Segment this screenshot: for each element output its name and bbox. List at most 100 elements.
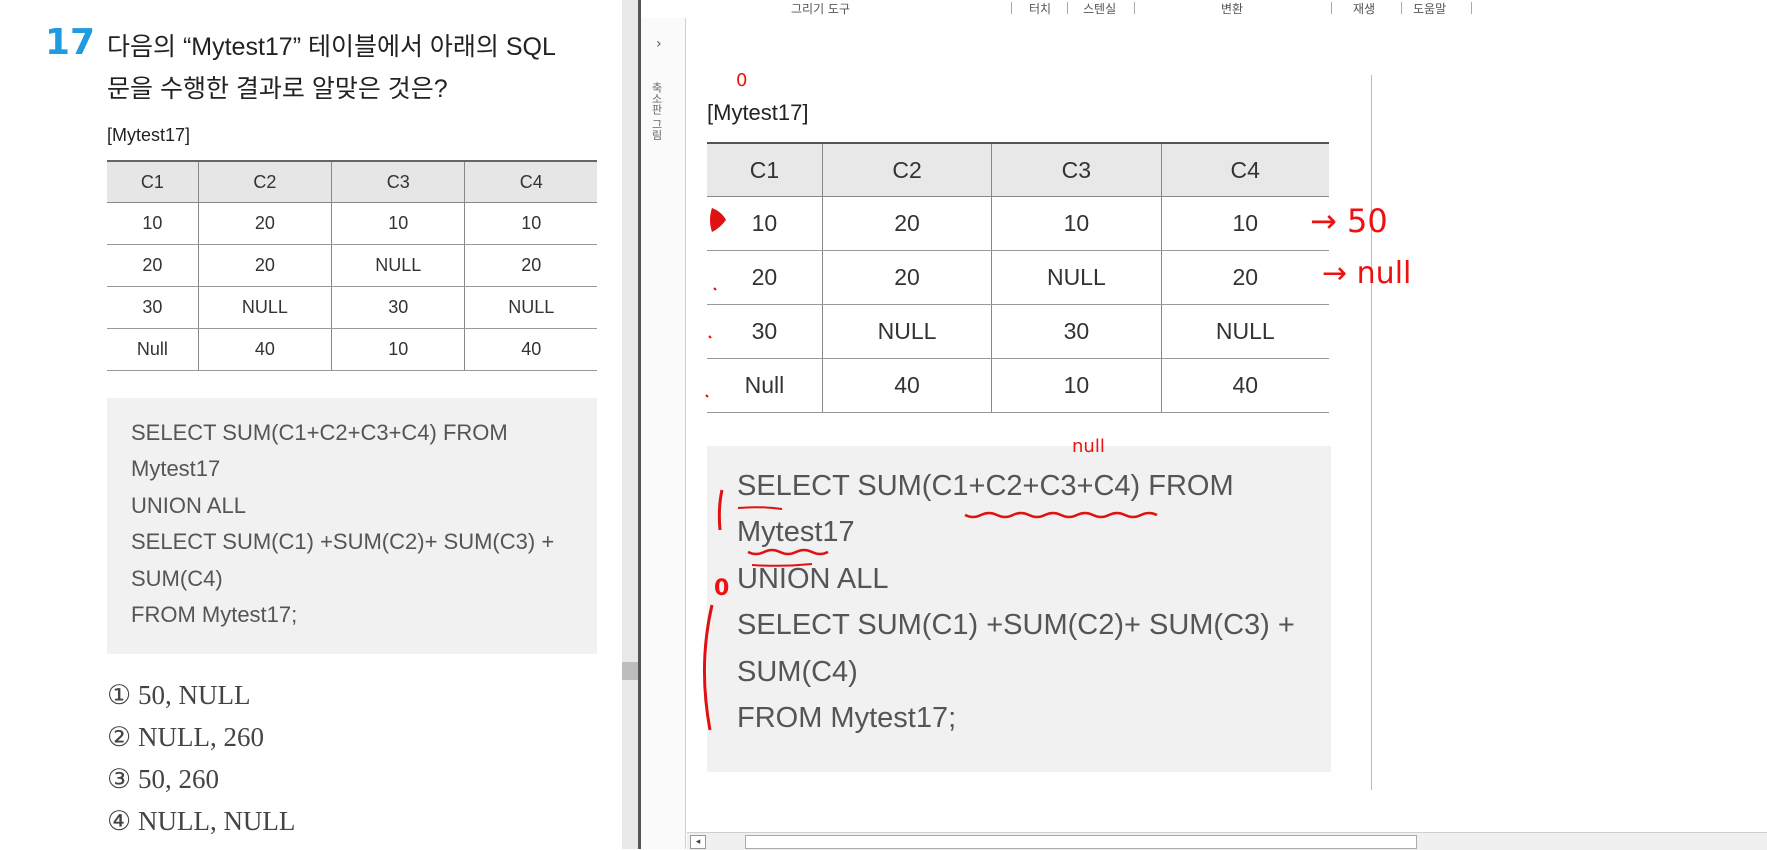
answer-option-4: ④ NULL, NULL <box>107 806 296 836</box>
sql-line: SELECT SUM(C1+C2+C3+C4) FROM <box>737 470 1234 502</box>
table-row: 30 NULL 30 NULL <box>107 286 597 329</box>
table-cell: 20 <box>198 244 333 287</box>
table-row: Null 40 10 40 <box>107 328 597 371</box>
table-header-row: C1 C2 C3 C4 <box>107 160 597 203</box>
ink-null-note: null <box>1072 436 1105 457</box>
question-pane: 17 다음의 “Mytest17” 테이블에서 아래의 SQL 문을 수행한 결… <box>0 0 622 849</box>
question-text-line1: 다음의 “Mytest17” 테이블에서 아래의 SQL <box>107 33 556 61</box>
table-cell: NULL <box>822 304 993 359</box>
sql-line: SELECT SUM(C1) +SUM(C2)+ SUM(C3) + <box>737 609 1295 641</box>
horizontal-scrollbar-thumb[interactable] <box>745 835 1417 849</box>
table-header-cell: C4 <box>464 160 597 203</box>
table-cell: 10 <box>991 196 1162 251</box>
table-cell: Null <box>707 358 823 413</box>
ink-union-mark: 0 <box>714 576 730 601</box>
table-cell: 30 <box>107 286 199 329</box>
ribbon-group-drawing-tools[interactable]: 그리기 도구 <box>791 0 850 17</box>
scroll-left-arrow-icon[interactable]: ◂ <box>690 835 706 849</box>
sql-line: SUM(C4) <box>131 566 223 591</box>
table-cell: 20 <box>107 244 199 287</box>
sql-line: Mytest17 <box>131 456 221 481</box>
slide-sql-code-box: SELECT SUM(C1+C2+C3+C4) FROM Mytest17 UN… <box>707 446 1331 772</box>
table-cell: 10 <box>107 202 199 245</box>
sql-line: SUM(C4) <box>737 656 858 688</box>
table-header-cell: C2 <box>822 142 993 197</box>
table-cell: 20 <box>1161 250 1329 305</box>
ribbon-separator <box>1331 2 1332 14</box>
table-cell: 20 <box>198 202 333 245</box>
table-cell: 30 <box>991 304 1162 359</box>
table-header-cell: C1 <box>107 160 199 203</box>
table-cell: NULL <box>991 250 1162 305</box>
answer-option-1: ① 50, NULL <box>107 680 251 710</box>
ribbon-group-touch[interactable]: 터치 <box>1029 0 1051 17</box>
table-cell: 20 <box>464 244 597 287</box>
table-row: 10 20 10 10 <box>707 196 1329 251</box>
table-cell: 10 <box>991 358 1162 413</box>
table-row: 20 20 NULL 20 <box>707 250 1329 305</box>
question-text: 다음의 “Mytest17” 테이블에서 아래의 SQL 문을 수행한 결과로 … <box>107 26 607 110</box>
sql-line: Mytest17 <box>737 516 855 548</box>
table-header-cell: C3 <box>991 142 1162 197</box>
table-row: 20 20 NULL 20 <box>107 244 597 287</box>
table-header-cell: C3 <box>331 160 466 203</box>
pane-scrollbar-thumb[interactable] <box>622 662 638 680</box>
ribbon-group-replay[interactable]: 재생 <box>1353 0 1375 17</box>
slide-table-caption: [Mytest17] <box>707 100 809 125</box>
table-cell: 20 <box>822 250 993 305</box>
table-cell: 20 <box>707 250 823 305</box>
sql-code-box: SELECT SUM(C1+C2+C3+C4) FROM Mytest17 UN… <box>107 398 597 654</box>
table-cell: Null <box>107 328 199 371</box>
ink-row2-result: → null <box>1322 256 1412 291</box>
ribbon-separator <box>1067 2 1068 14</box>
thumbnail-panel-label[interactable]: 축소판 그림 <box>648 82 664 141</box>
table-cell: 10 <box>707 196 823 251</box>
ribbon-group-labels: 그리기 도구 터치 스텐실 변환 재생 도움말 <box>641 0 1767 19</box>
horizontal-scrollbar[interactable]: ◂ <box>687 832 1767 850</box>
table-header-cell: C2 <box>198 160 333 203</box>
table-cell: 40 <box>198 328 333 371</box>
sql-line: UNION ALL <box>131 493 246 518</box>
sql-line: FROM Mytest17; <box>131 602 298 627</box>
ribbon-separator <box>1134 2 1135 14</box>
table-cell: 30 <box>331 286 466 329</box>
table-cell: 40 <box>822 358 993 413</box>
table-header-cell: C4 <box>1161 142 1329 197</box>
question-number: 17 <box>45 22 96 63</box>
table-cell: 30 <box>707 304 823 359</box>
table-cell: 40 <box>464 328 597 371</box>
thumbnail-panel: › 축소판 그림 <box>641 18 686 849</box>
table-cell: NULL <box>198 286 333 329</box>
pane-scrollbar[interactable] <box>622 0 638 849</box>
page-boundary-line <box>1371 75 1372 790</box>
ribbon-group-stencil[interactable]: 스텐실 <box>1083 0 1116 17</box>
ribbon-group-convert[interactable]: 변환 <box>1221 0 1243 17</box>
table-cell: 10 <box>1161 196 1329 251</box>
sql-line: FROM Mytest17; <box>737 702 957 734</box>
table-caption: [Mytest17] <box>107 125 191 145</box>
ribbon-separator <box>1471 2 1472 14</box>
ribbon-separator <box>1401 2 1402 14</box>
question-text-line2: 문을 수행한 결과로 알맞은 것은? <box>107 75 448 103</box>
question-table: C1 C2 C3 C4 10 20 10 10 20 20 NULL 20 30… <box>107 160 597 371</box>
table-header-row: C1 C2 C3 C4 <box>707 142 1329 197</box>
ribbon-group-help[interactable]: 도움말 <box>1413 0 1446 17</box>
table-cell: 10 <box>331 202 466 245</box>
answer-option-2: ② NULL, 260 <box>107 722 264 752</box>
table-cell: NULL <box>331 244 466 287</box>
sql-line: SELECT SUM(C1+C2+C3+C4) FROM <box>131 420 508 445</box>
slide-table: C1 C2 C3 C4 10 20 10 10 20 20 NULL 20 30… <box>707 142 1329 413</box>
table-cell: 40 <box>1161 358 1329 413</box>
expand-chevron-icon[interactable]: › <box>656 36 662 52</box>
sql-line: SELECT SUM(C1) +SUM(C2)+ SUM(C3) + <box>131 529 555 554</box>
ribbon-separator <box>1011 2 1012 14</box>
table-cell: NULL <box>464 286 597 329</box>
table-cell: 10 <box>331 328 466 371</box>
table-cell: NULL <box>1161 304 1329 359</box>
answer-option-3: ③ 50, 260 <box>107 764 219 794</box>
table-row: 10 20 10 10 <box>107 202 597 245</box>
table-header-cell: C1 <box>707 142 823 197</box>
table-cell: 10 <box>464 202 597 245</box>
table-row: 30 NULL 30 NULL <box>707 304 1329 359</box>
ink-row1-result: → 50 <box>1310 202 1388 240</box>
